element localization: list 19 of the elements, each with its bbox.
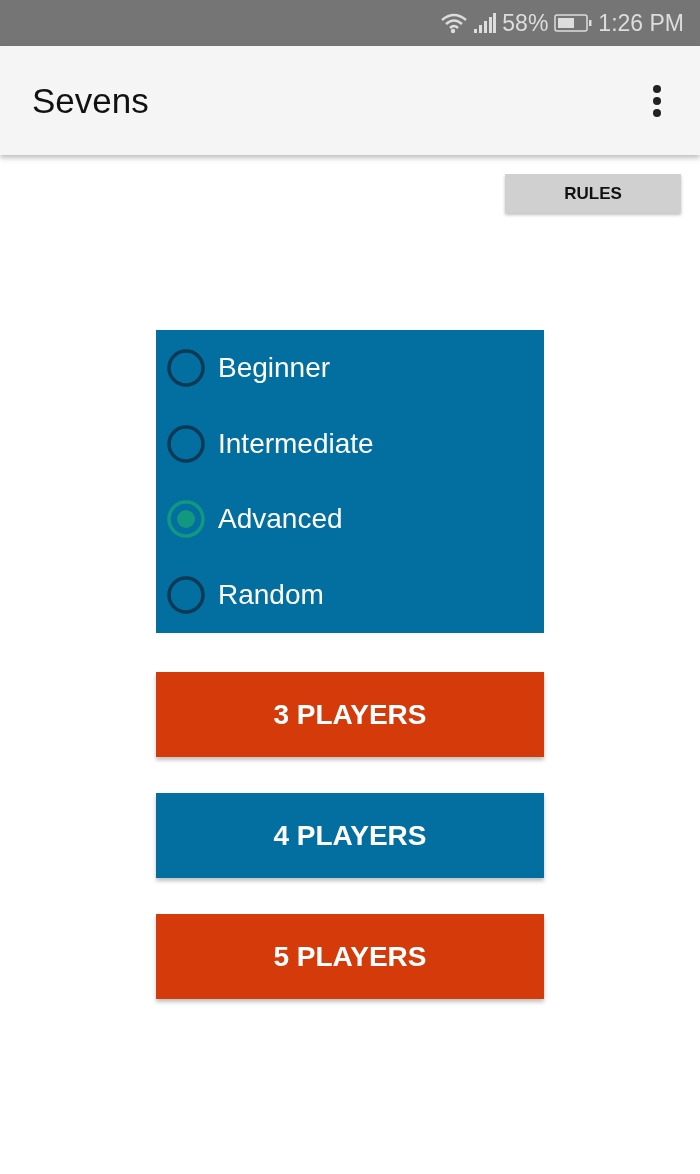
radio-button[interactable] bbox=[166, 499, 206, 540]
difficulty-option[interactable]: Beginner bbox=[166, 330, 534, 406]
radio-button[interactable] bbox=[166, 423, 206, 464]
difficulty-option[interactable]: Intermediate bbox=[166, 405, 534, 482]
clock: 1:26 PM bbox=[598, 9, 684, 37]
overflow-menu-icon[interactable] bbox=[652, 83, 662, 118]
radio-button[interactable] bbox=[166, 575, 206, 616]
difficulty-option[interactable]: Random bbox=[166, 557, 534, 633]
players-button[interactable]: 3 PLAYERS bbox=[156, 672, 544, 757]
radio-button[interactable] bbox=[166, 347, 206, 388]
battery-percent: 58% bbox=[502, 9, 549, 37]
players-button[interactable]: 4 PLAYERS bbox=[156, 793, 544, 878]
app-title: Sevens bbox=[32, 80, 149, 121]
rules-button[interactable]: RULES bbox=[505, 174, 681, 213]
battery-icon bbox=[554, 13, 593, 33]
signal-icon bbox=[474, 13, 497, 33]
players-button[interactable]: 5 PLAYERS bbox=[156, 914, 544, 999]
difficulty-option[interactable]: Advanced bbox=[166, 481, 534, 558]
wifi-icon bbox=[440, 12, 469, 34]
